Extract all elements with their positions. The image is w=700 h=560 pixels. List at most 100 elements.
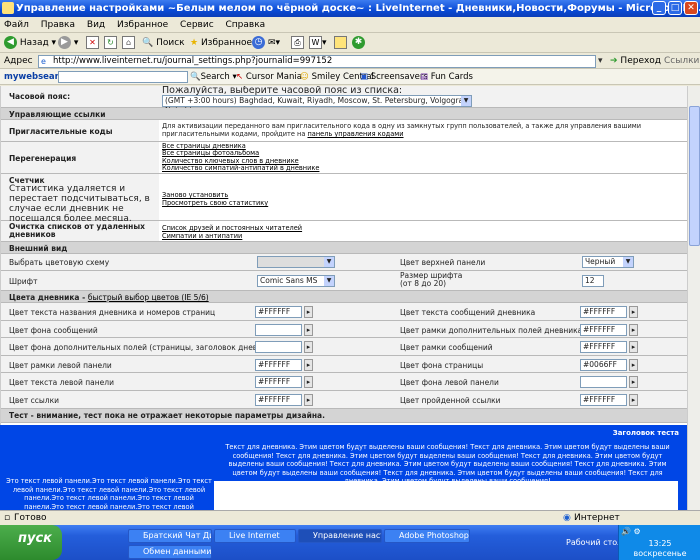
cursor-mania-link[interactable]: ↖ Cursor Mania	[236, 69, 302, 85]
regen-label: Перегенерация	[9, 154, 77, 163]
color-input-left[interactable]: #FFFFFF	[255, 394, 302, 406]
color-input-left[interactable]: #FFFFFF	[255, 376, 302, 389]
color-picker-button[interactable]: ▸	[629, 358, 638, 371]
preview-box	[214, 481, 678, 511]
websearch-input[interactable]	[58, 71, 188, 83]
websearch-search-label: Search	[200, 72, 230, 82]
back-button[interactable]: ◀ Назад ▾	[4, 36, 56, 50]
menu-edit[interactable]: Правка	[41, 20, 75, 30]
color-picker-button[interactable]: ▸	[304, 358, 313, 371]
stop-button[interactable]: ✕	[86, 36, 99, 50]
color-picker-button[interactable]: ▸	[629, 341, 638, 354]
search-label: Поиск	[156, 38, 185, 48]
forward-button[interactable]: ▶ ▾	[58, 36, 78, 50]
close-button[interactable]: ✕	[684, 1, 698, 15]
taskbar: пуск Братский Чат Ди... Live Internet Уп…	[0, 525, 700, 560]
color-label-right: Цвет рамки дополнительных полей дневника	[400, 325, 583, 335]
color-input-left[interactable]: #FFFFFF	[255, 358, 302, 371]
desktop-toolbar[interactable]: Рабочий стол	[566, 538, 622, 547]
color-input-left[interactable]	[255, 341, 302, 354]
clear-friends-link[interactable]: Список друзей и постоянных читателей	[162, 224, 302, 232]
fun-cards-link[interactable]: ▤ Fun Cards	[420, 69, 473, 85]
menu-help[interactable]: Справка	[226, 20, 266, 30]
refresh-button[interactable]: ↻	[104, 36, 117, 50]
menu-bar: Файл Правка Вид Избранное Сервис Справка	[0, 17, 700, 33]
reinstall-counter-link[interactable]: Заново установить	[162, 191, 268, 199]
color-picker-button[interactable]: ▸	[304, 306, 313, 318]
card-icon: ▤	[420, 72, 429, 82]
color-picker-button[interactable]: ▸	[629, 323, 638, 336]
messenger-button[interactable]: ✱	[352, 36, 365, 50]
preview-title: Заголовок теста	[612, 429, 679, 437]
color-picker-button[interactable]: ▸	[629, 306, 638, 318]
quick-colors-link[interactable]: быстрый выбор цветов (IE 5/6)	[88, 293, 209, 302]
mail-button[interactable]: ✉▾	[268, 36, 280, 50]
color-input-right[interactable]: #FFFFFF	[580, 323, 627, 336]
maximize-button[interactable]: □	[668, 1, 682, 15]
word-icon: W	[309, 36, 322, 49]
color-label-right: Цвет фона страницы	[400, 360, 484, 370]
color-picker-button[interactable]: ▸	[629, 376, 638, 389]
history-button[interactable]: ◷	[252, 36, 265, 50]
websearch-search-button[interactable]: 🔍Search ▾	[190, 69, 237, 85]
scrollbar-thumb[interactable]	[689, 106, 700, 246]
menu-favorites[interactable]: Избранное	[117, 20, 168, 30]
printer-icon: ⎙	[291, 36, 304, 49]
color-input-left[interactable]	[255, 323, 302, 336]
color-picker-button[interactable]: ▸	[304, 394, 313, 406]
search-button[interactable]: 🔍 Поиск	[142, 36, 185, 50]
clock-day: воскресенье	[633, 549, 687, 558]
start-button[interactable]: пуск	[0, 525, 62, 560]
notes-button[interactable]	[334, 36, 347, 50]
print-button[interactable]: ⎙	[291, 36, 304, 50]
color-input-right[interactable]: #0066FF	[580, 358, 627, 371]
clear-sympathies-link[interactable]: Симпатии и антипатии	[162, 232, 302, 240]
task-settings[interactable]: Управление наст...	[298, 529, 382, 543]
invite-row: Пригласительные коды Для активизации пер…	[1, 120, 687, 142]
color-input-right[interactable]	[580, 376, 627, 389]
timezone-label: Часовой пояс:	[9, 92, 71, 101]
go-button[interactable]: ➔ Переход	[610, 54, 661, 69]
color-picker-button[interactable]: ▸	[304, 341, 313, 354]
font-size-input[interactable]: 12	[582, 275, 604, 287]
scheme-select[interactable]: ▼	[257, 256, 335, 268]
clock-time[interactable]: 13:25	[619, 539, 700, 548]
address-dropdown-icon[interactable]: ▾	[598, 54, 603, 69]
task-liveinternet[interactable]: Live Internet	[214, 529, 296, 543]
address-input[interactable]: e http://www.liveinternet.ru/journal_set…	[38, 55, 596, 68]
screensavers-link[interactable]: ▣ Screensavers	[360, 69, 428, 85]
home-button[interactable]: ⌂	[122, 36, 135, 50]
color-row: Цвет фона сообщений ▸ Цвет рамки дополните…	[1, 320, 687, 339]
favorites-button[interactable]: ★ Избранное	[190, 36, 252, 50]
color-input-right[interactable]: #FFFFFF	[580, 394, 627, 406]
color-label-left: Цвет фона дополнительных полей (страницы…	[9, 343, 280, 353]
task-data-exchange[interactable]: Обмен данными с...	[128, 545, 212, 559]
color-input-right[interactable]: #FFFFFF	[580, 341, 627, 354]
regen-sympathies-link[interactable]: Количество симпатий-антипатий в дневнике	[162, 164, 319, 172]
appearance-title: Внешний вид	[9, 244, 68, 253]
color-input-right[interactable]: #FFFFFF	[580, 306, 627, 318]
font-select[interactable]: Comic Sans MS ▼	[257, 275, 335, 287]
task-chat[interactable]: Братский Чат Ди...	[128, 529, 212, 543]
timezone-select[interactable]: (GMT +3:00 hours) Baghdad, Kuwait, Riyad…	[162, 95, 472, 115]
menu-tools[interactable]: Сервис	[180, 20, 214, 30]
status-text: Готово	[14, 513, 47, 523]
test-header: Тест - внимание, тест пока не отражает н…	[1, 409, 687, 423]
color-picker-button[interactable]: ▸	[304, 376, 313, 389]
color-picker-button[interactable]: ▸	[304, 323, 313, 336]
color-input-left[interactable]: #FFFFFF	[255, 306, 302, 318]
view-statistics-link[interactable]: Просмотреть свою статистику	[162, 199, 268, 207]
minimize-button[interactable]: _	[652, 1, 666, 15]
menu-file[interactable]: Файл	[4, 20, 29, 30]
color-picker-button[interactable]: ▸	[629, 394, 638, 406]
vertical-scrollbar[interactable]	[687, 86, 700, 510]
invite-panel-link[interactable]: панель управления кодами	[307, 130, 403, 138]
top-panel-color-select[interactable]: Черный ▼	[582, 256, 634, 268]
links-button[interactable]: Ссылки	[664, 54, 699, 69]
task-photoshop[interactable]: Adobe Photoshop ...	[384, 529, 470, 543]
status-bar: ▫ Готово ◉ Интернет	[0, 510, 700, 525]
monitor-icon: ▣	[360, 72, 369, 82]
menu-view[interactable]: Вид	[87, 20, 105, 30]
edit-button[interactable]: W ▾	[309, 36, 327, 50]
timezone-row: Часовой пояс: Пожалуйста, выберите часов…	[1, 86, 687, 115]
